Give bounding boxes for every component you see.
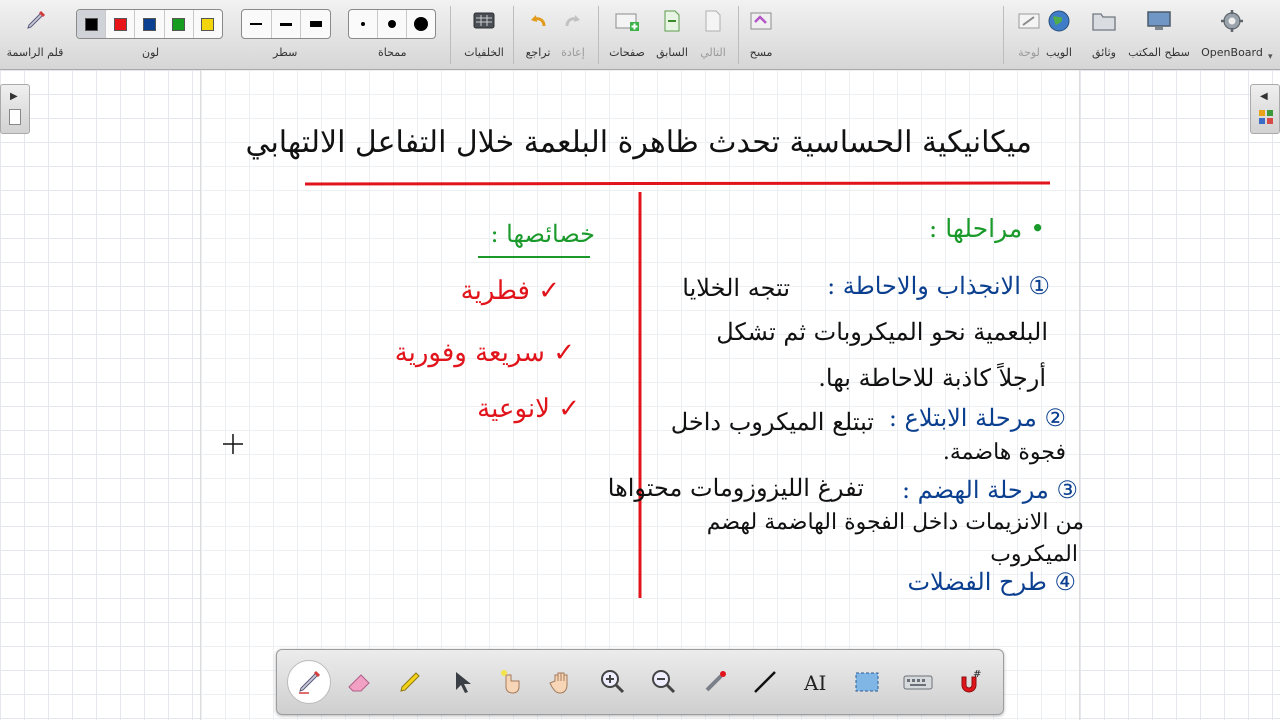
highlighter-icon [400, 672, 420, 692]
step-1-text-1[interactable]: تتجه الخلايا [648, 276, 790, 300]
line-tool[interactable] [743, 660, 787, 704]
pointing-hand-icon [501, 670, 520, 694]
right-heading[interactable]: • مراحلها : [880, 216, 1045, 241]
capture-tool[interactable] [845, 660, 889, 704]
laser-pointer-icon [705, 671, 726, 692]
keyboard-icon [903, 675, 933, 690]
step-4-heading[interactable]: ④ طرح الفضلات [852, 570, 1076, 594]
step-3-heading[interactable]: ③ مرحلة الهضم : [866, 478, 1078, 502]
eraser-tool[interactable] [337, 660, 381, 704]
step-3-text-1[interactable]: تفرغ الليزوزومات محتواها [608, 476, 864, 500]
step-2-text-1[interactable]: تبتلع الميكروب داخل [648, 410, 874, 434]
magnet-icon: # [961, 669, 981, 693]
left-item-1[interactable]: ✓ فطرية [430, 278, 560, 304]
svg-text:#: # [973, 669, 981, 680]
step-2-text-2[interactable]: فجوة هاضمة. [920, 442, 1066, 464]
hand-icon [549, 672, 568, 694]
svg-text:AI: AI [803, 671, 826, 695]
hand-tool[interactable] [540, 660, 584, 704]
text-icon: AI [803, 671, 826, 695]
step-1-text-3[interactable]: أرجلاً كاذبة للاحاطة بها. [770, 366, 1046, 390]
left-item-2[interactable]: ✓ سريعة وفورية [345, 340, 575, 366]
arrow-pointer-icon [456, 672, 471, 693]
board-title[interactable]: ميكانيكية الحساسية تحدث ظاهرة البلعمة خل… [245, 128, 1032, 158]
zoom-out-icon [652, 670, 676, 694]
step-3-text-3[interactable]: الميكروب [960, 544, 1078, 566]
step-1-heading[interactable]: ① الانجذاب والاحاطة : [790, 274, 1050, 298]
step-1-text-2[interactable]: البلعمية نحو الميكروبات ثم تشكل [680, 320, 1048, 344]
selector-tool[interactable] [439, 660, 483, 704]
ink-layer [304, 181, 1051, 598]
magnet-tool[interactable]: # [947, 660, 991, 704]
zoom-in-tool[interactable] [591, 660, 635, 704]
title-underline [304, 181, 1051, 186]
marker-tool[interactable] [388, 660, 432, 704]
stylus-palette: AI # [276, 649, 1004, 715]
left-item-3[interactable]: ✓ لانوعية [420, 396, 580, 422]
pen-icon [299, 670, 321, 694]
left-heading[interactable]: خصائصها : [455, 222, 595, 246]
pen-tool[interactable] [287, 660, 331, 704]
virtual-keyboard-tool[interactable] [896, 660, 940, 704]
step-3-text-2[interactable]: من الانزيمات داخل الفجوة الهاضمة لهضم [666, 512, 1084, 534]
text-tool[interactable]: AI [794, 660, 838, 704]
line-icon [754, 671, 776, 693]
step-2-heading[interactable]: ② مرحلة الابتلاع : [876, 406, 1066, 430]
capture-icon [855, 672, 879, 692]
interact-tool[interactable] [489, 660, 533, 704]
laser-pointer-tool[interactable] [693, 660, 737, 704]
crosshair-cursor-icon [222, 433, 244, 455]
zoom-in-icon [601, 670, 625, 694]
zoom-out-tool[interactable] [642, 660, 686, 704]
eraser-icon [348, 674, 370, 692]
